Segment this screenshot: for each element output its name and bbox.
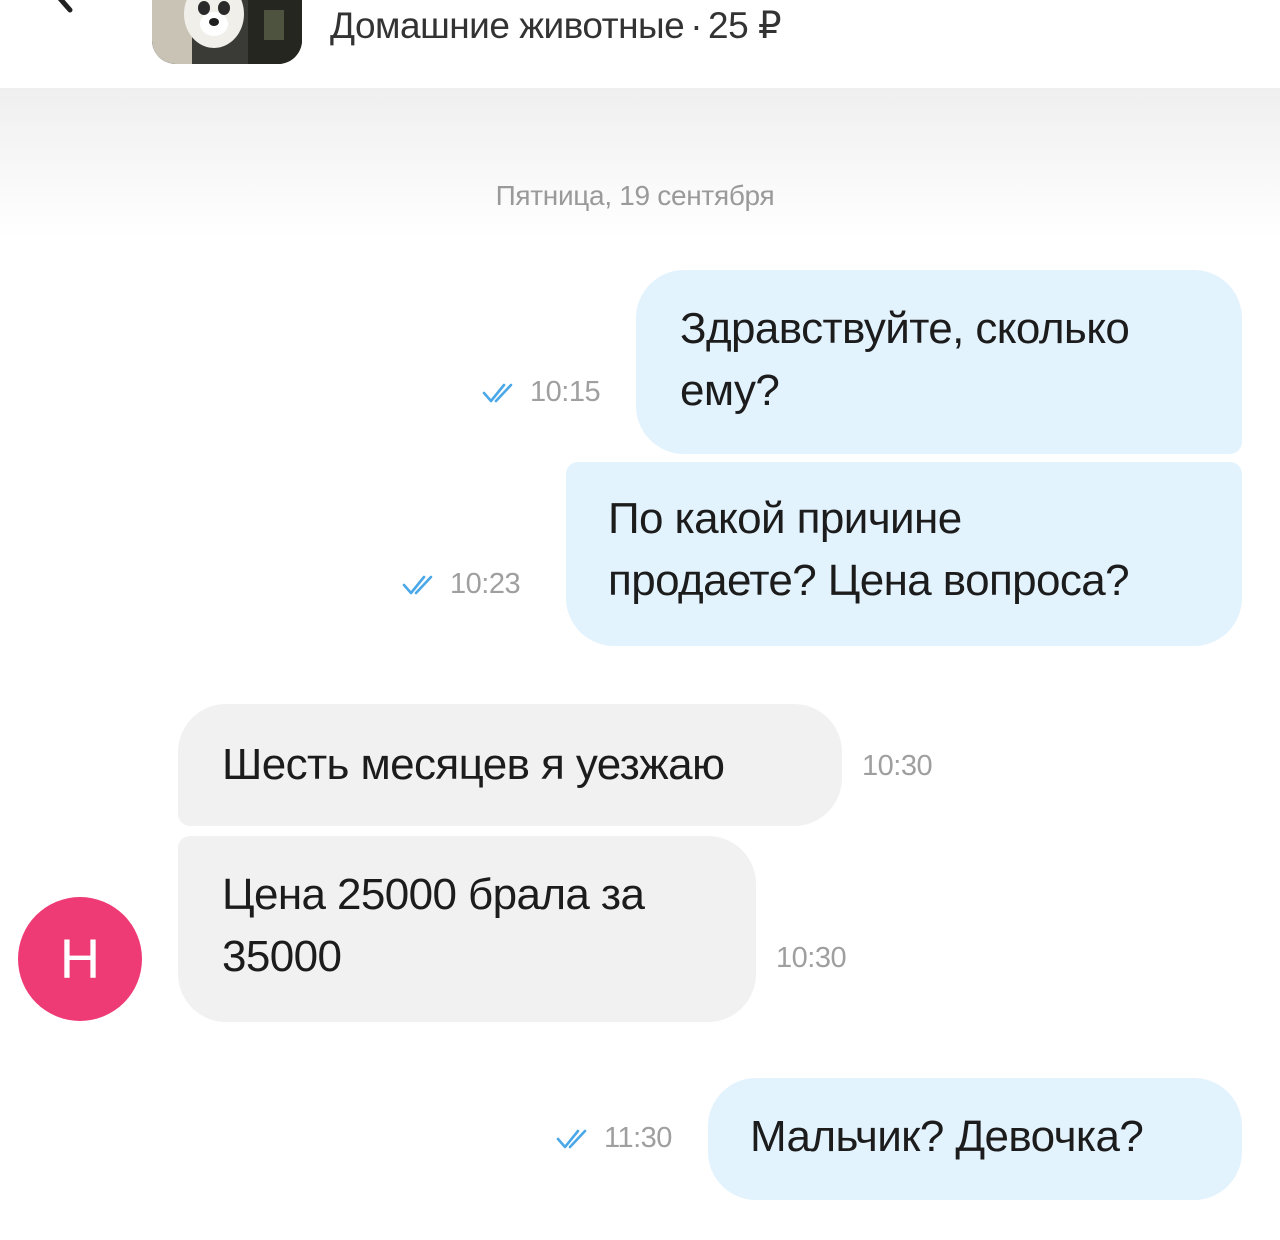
listing-thumbnail[interactable] [152, 0, 302, 64]
listing-category: Домашние животные [330, 5, 685, 46]
message-text-line: ему? [680, 366, 780, 415]
double-check-icon [402, 576, 433, 595]
message-time: 10:23 [450, 568, 521, 600]
message-bubble-outgoing[interactable]: Мальчик? Девочка? [708, 1078, 1242, 1200]
message-meta: 10:15 [482, 376, 601, 409]
message-time: 10:30 [776, 942, 847, 974]
message-text-line: Цена 25000 брала за [222, 870, 645, 919]
date-separator: Пятница, 19 сентября [495, 180, 775, 211]
message-time: 11:30 [604, 1122, 672, 1154]
message-text-line: продаете? Цена вопроса? [608, 556, 1130, 605]
header-shadow [0, 88, 1280, 238]
listing-price: 25 ₽ [708, 5, 781, 46]
message-meta: 10:23 [402, 568, 521, 601]
meta-separator: · [690, 5, 703, 46]
message-bubble-outgoing[interactable]: По какой причине продаете? Цена вопроса? [566, 462, 1242, 646]
message-meta: 11:30 [556, 1122, 672, 1155]
chat-header: Домашние животные · 25 ₽ [0, 0, 1280, 88]
message-time: 10:30 [862, 750, 933, 782]
double-check-icon [482, 384, 513, 403]
listing-meta[interactable]: Домашние животные · 25 ₽ [330, 4, 781, 48]
chevron-left-icon [57, 0, 73, 13]
message-text-line: По какой причине [608, 494, 962, 543]
back-button[interactable] [44, 0, 84, 14]
chat-screen: Домашние животные · 25 ₽ Пятница, 19 сентя… [0, 0, 1280, 1240]
message-bubble-outgoing[interactable]: Здравствуйте, сколько ему? [636, 270, 1242, 454]
message-text-line: Здравствуйте, сколько [680, 304, 1130, 353]
double-check-icon [556, 1130, 587, 1149]
avatar[interactable]: Н [18, 897, 142, 1021]
message-bubble-incoming[interactable]: Шесть месяцев я уезжаю [178, 704, 842, 826]
message-time: 10:15 [530, 376, 601, 408]
message-bubble-incoming[interactable]: Цена 25000 брала за 35000 [178, 836, 756, 1022]
message-text-line: 35000 [222, 932, 342, 981]
message-text-line: Шесть месяцев я уезжаю [222, 740, 725, 789]
message-text-line: Мальчик? Девочка? [750, 1112, 1144, 1161]
